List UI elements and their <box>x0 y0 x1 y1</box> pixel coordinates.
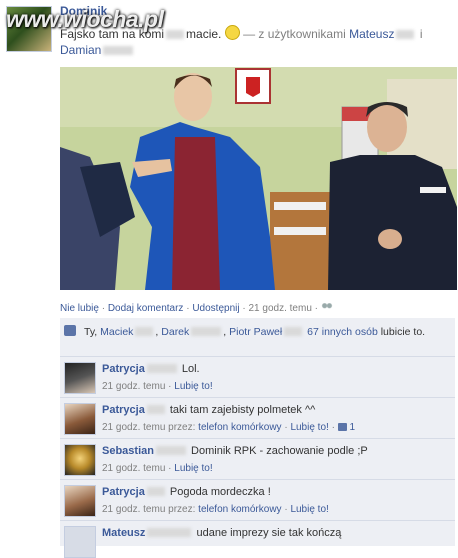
comment-time[interactable]: 21 godz. temu <box>102 381 165 392</box>
comment-text: udane imprezy sie tak kończą <box>196 527 342 539</box>
comment-body: Sebastian Dominik RPK - zachowanie podle… <box>102 445 368 457</box>
comment-item: Sebastian Dominik RPK - zachowanie podle… <box>60 439 455 480</box>
feedback-panel: Ty, Maciek, Darek, Piotr Paweł 67 innych… <box>60 318 455 558</box>
police-uniform <box>328 155 457 290</box>
post-text-start: Fajsko tam na komi <box>60 27 165 41</box>
redacted-surname <box>103 46 134 55</box>
smiley-icon <box>224 25 240 40</box>
comment-body: Mateusz udane imprezy sie tak kończą <box>102 527 341 539</box>
redacted-surname <box>155 446 186 455</box>
unlike-link[interactable]: Nie lubię <box>60 303 99 314</box>
tagged-separator: i <box>419 27 423 41</box>
comment-text: Pogoda mordeczka ! <box>169 486 271 498</box>
comment-like-link[interactable]: Lubię to! <box>290 504 328 515</box>
cabinet-papers <box>274 227 326 235</box>
comment-meta: 21 godz. temu przez: telefon komórkowy ·… <box>102 422 356 433</box>
redacted-surname <box>146 405 165 414</box>
comment-item: Patrycja Lol. 21 godz. temu · Lubię to! <box>60 357 455 398</box>
author-avatar[interactable] <box>6 6 52 52</box>
comment-time[interactable]: 21 godz. temu przez: <box>102 422 195 433</box>
liker-1[interactable]: Maciek <box>100 326 133 338</box>
post-text-end: macie. <box>186 27 222 41</box>
post-action-bar: Nie lubię · Dodaj komentarz · Udostępnij… <box>60 303 333 314</box>
comment-item: Patrycja taki tam zajebisty polmetek ^^ … <box>60 398 455 439</box>
commenter-avatar[interactable] <box>64 526 96 558</box>
post-header: Dominik Fajsko tam na komi macie. — z uży… <box>0 0 458 62</box>
post-with-label: — z użytkownikami <box>243 27 346 41</box>
comment-body: Patrycja Lol. <box>102 363 200 375</box>
likes-suffix: lubicie to. <box>380 326 426 338</box>
post-text: Fajsko tam na komi macie. — z użytkownika… <box>60 25 423 41</box>
redacted-surname <box>191 327 222 336</box>
comment-like-link[interactable]: Lubię to! <box>174 463 212 474</box>
liker-2[interactable]: Darek <box>161 326 189 338</box>
comment-item: Patrycja Pogoda mordeczka ! 21 godz. tem… <box>60 480 455 521</box>
comment-via-link[interactable]: telefon komórkowy <box>198 422 281 433</box>
comment-like-count[interactable]: 1 <box>349 422 355 433</box>
comment-text: taki tam zajebisty polmetek ^^ <box>169 404 316 416</box>
likes-summary: Ty, Maciek, Darek, Piotr Paweł 67 innych… <box>60 318 455 357</box>
redacted-surname <box>135 327 154 336</box>
separator: · <box>186 303 190 314</box>
audience-icon[interactable] <box>320 303 333 312</box>
comment-text: Dominik RPK - zachowanie podle ;P <box>191 445 368 457</box>
post-timestamp[interactable]: 21 godz. temu <box>249 303 312 314</box>
comment-meta: 21 godz. temu · Lubię to! <box>102 381 213 392</box>
commenter-avatar[interactable] <box>64 444 96 476</box>
likes-others-link[interactable]: 67 innych osób <box>307 326 378 338</box>
redacted-surname <box>146 364 177 373</box>
like-count-icon <box>337 423 347 431</box>
commenter-avatar[interactable] <box>64 485 96 517</box>
comment-body: Patrycja Pogoda mordeczka ! <box>102 486 271 498</box>
comment-time[interactable]: 21 godz. temu przez: <box>102 504 195 515</box>
tagged-user-1[interactable]: Mateusz <box>349 27 394 41</box>
commenter-name[interactable]: Patrycja <box>102 486 145 498</box>
plaid-red-shirt <box>172 137 220 290</box>
likes-text: Ty, Maciek, Darek, Piotr Paweł 67 innych… <box>84 326 426 338</box>
commenter-name[interactable]: Sebastian <box>102 445 154 457</box>
post-author-name[interactable]: Dominik <box>60 4 107 18</box>
comment-item: Mateusz udane imprezy sie tak kończą <box>60 521 455 558</box>
share-link[interactable]: Udostępnij <box>192 303 239 314</box>
like-thumb-icon <box>64 325 76 336</box>
commenter-avatar[interactable] <box>64 403 96 435</box>
comment-like-link[interactable]: Lubię to! <box>290 422 328 433</box>
officer-hands <box>378 229 402 249</box>
liker-3[interactable]: Piotr Paweł <box>229 326 282 338</box>
post-tagged-line2: Damian <box>60 43 135 57</box>
redacted-surname <box>147 528 192 537</box>
commenter-name[interactable]: Patrycja <box>102 404 145 416</box>
separator: · <box>314 303 318 314</box>
add-comment-link[interactable]: Dodaj komentarz <box>108 303 184 314</box>
likes-prefix: Ty, <box>84 326 98 338</box>
redacted-surname <box>146 487 165 496</box>
photo-illustration <box>60 67 457 290</box>
separator: · <box>101 303 106 314</box>
comment-like-link[interactable]: Lubię to! <box>174 381 212 392</box>
comment-meta: 21 godz. temu przez: telefon komórkowy ·… <box>102 504 329 515</box>
uniform-patch <box>420 187 446 193</box>
comment-body: Patrycja taki tam zajebisty polmetek ^^ <box>102 404 315 416</box>
comment-text: Lol. <box>181 363 200 375</box>
separator: · <box>242 303 246 314</box>
comment-time[interactable]: 21 godz. temu <box>102 463 165 474</box>
redacted-text <box>166 30 185 39</box>
commenter-name[interactable]: Mateusz <box>102 527 145 539</box>
comment-via-link[interactable]: telefon komórkowy <box>198 504 281 515</box>
tagged-user-2[interactable]: Damian <box>60 43 101 57</box>
emblem-shield <box>246 77 260 97</box>
redacted-surname <box>396 30 415 39</box>
cabinet-papers <box>274 202 326 210</box>
redacted-surname <box>284 327 303 336</box>
commenter-avatar[interactable] <box>64 362 96 394</box>
post-photo[interactable] <box>60 67 457 290</box>
comment-meta: 21 godz. temu · Lubię to! <box>102 463 213 474</box>
commenter-name[interactable]: Patrycja <box>102 363 145 375</box>
